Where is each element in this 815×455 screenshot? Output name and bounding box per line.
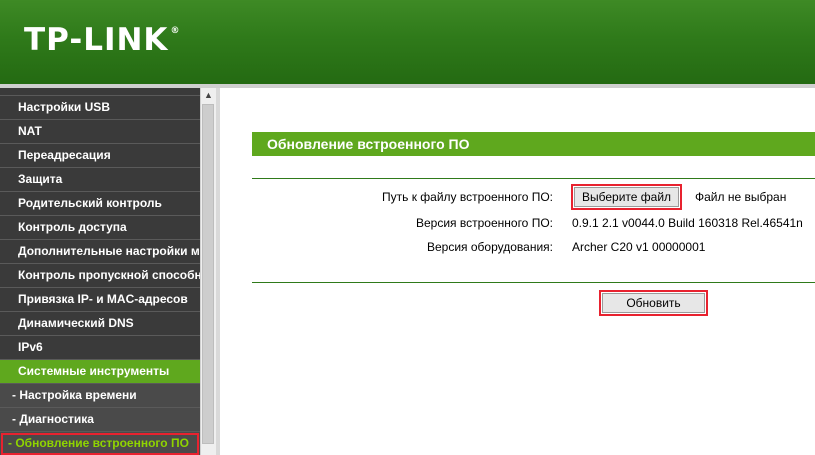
- bottom-divider-line: [252, 282, 815, 283]
- hardware-version-label: Версия оборудования:: [427, 240, 553, 254]
- firmware-version-label: Версия встроенного ПО:: [416, 216, 553, 230]
- sidebar-item-advanced-routing[interactable]: Дополнительные настройки м: [0, 240, 200, 264]
- sidebar-item-system-tools[interactable]: Системные инструменты: [0, 360, 200, 384]
- hardware-version-value: Archer C20 v1 00000001: [572, 240, 706, 254]
- sidebar-item-forwarding[interactable]: Переадресация: [0, 144, 200, 168]
- sidebar-subitem-firmware-upgrade[interactable]: - Обновление встроенного ПО: [0, 432, 200, 455]
- sidebar-item-usb-settings[interactable]: Настройки USB: [0, 96, 200, 120]
- header: TP-LINK ®: [0, 0, 815, 84]
- sidebar-top-spacer: [0, 88, 200, 96]
- sidebar-item-nat[interactable]: NAT: [0, 120, 200, 144]
- sidebar-item-ipv6[interactable]: IPv6: [0, 336, 200, 360]
- sidebar-scrollbar[interactable]: ▲: [200, 88, 216, 455]
- top-divider-line: [252, 178, 815, 179]
- sidebar-item-access-control[interactable]: Контроль доступа: [0, 216, 200, 240]
- page-title: Обновление встроенного ПО: [252, 132, 815, 156]
- choose-file-button[interactable]: Выберите файл: [570, 184, 683, 210]
- scrollbar-thumb[interactable]: [202, 104, 214, 444]
- tp-link-logo: TP-LINK ®: [24, 22, 181, 58]
- sidebar-item-ip-mac-binding[interactable]: Привязка IP- и MAC-адресов: [0, 288, 200, 312]
- sidebar-menu: Настройки USB NAT Переадресация Защита Р…: [0, 88, 200, 455]
- firmware-path-label: Путь к файлу встроенного ПО:: [382, 190, 553, 204]
- main-content: Обновление встроенного ПО Путь к файлу в…: [220, 88, 815, 455]
- sidebar-item-dynamic-dns[interactable]: Динамический DNS: [0, 312, 200, 336]
- file-status-text: Файл не выбран: [695, 190, 787, 204]
- sidebar-item-parental-control[interactable]: Родительский контроль: [0, 192, 200, 216]
- scroll-up-arrow-icon[interactable]: ▲: [201, 88, 216, 103]
- upgrade-button[interactable]: Обновить: [599, 290, 708, 316]
- sidebar-subitem-time-settings[interactable]: - Настройка времени: [0, 384, 200, 408]
- sidebar-item-bandwidth-control[interactable]: Контроль пропускной способн: [0, 264, 200, 288]
- sidebar-item-security[interactable]: Защита: [0, 168, 200, 192]
- sidebar-subitem-diagnostics[interactable]: - Диагностика: [0, 408, 200, 432]
- firmware-version-value: 0.9.1 2.1 v0044.0 Build 160318 Rel.46541…: [572, 216, 803, 230]
